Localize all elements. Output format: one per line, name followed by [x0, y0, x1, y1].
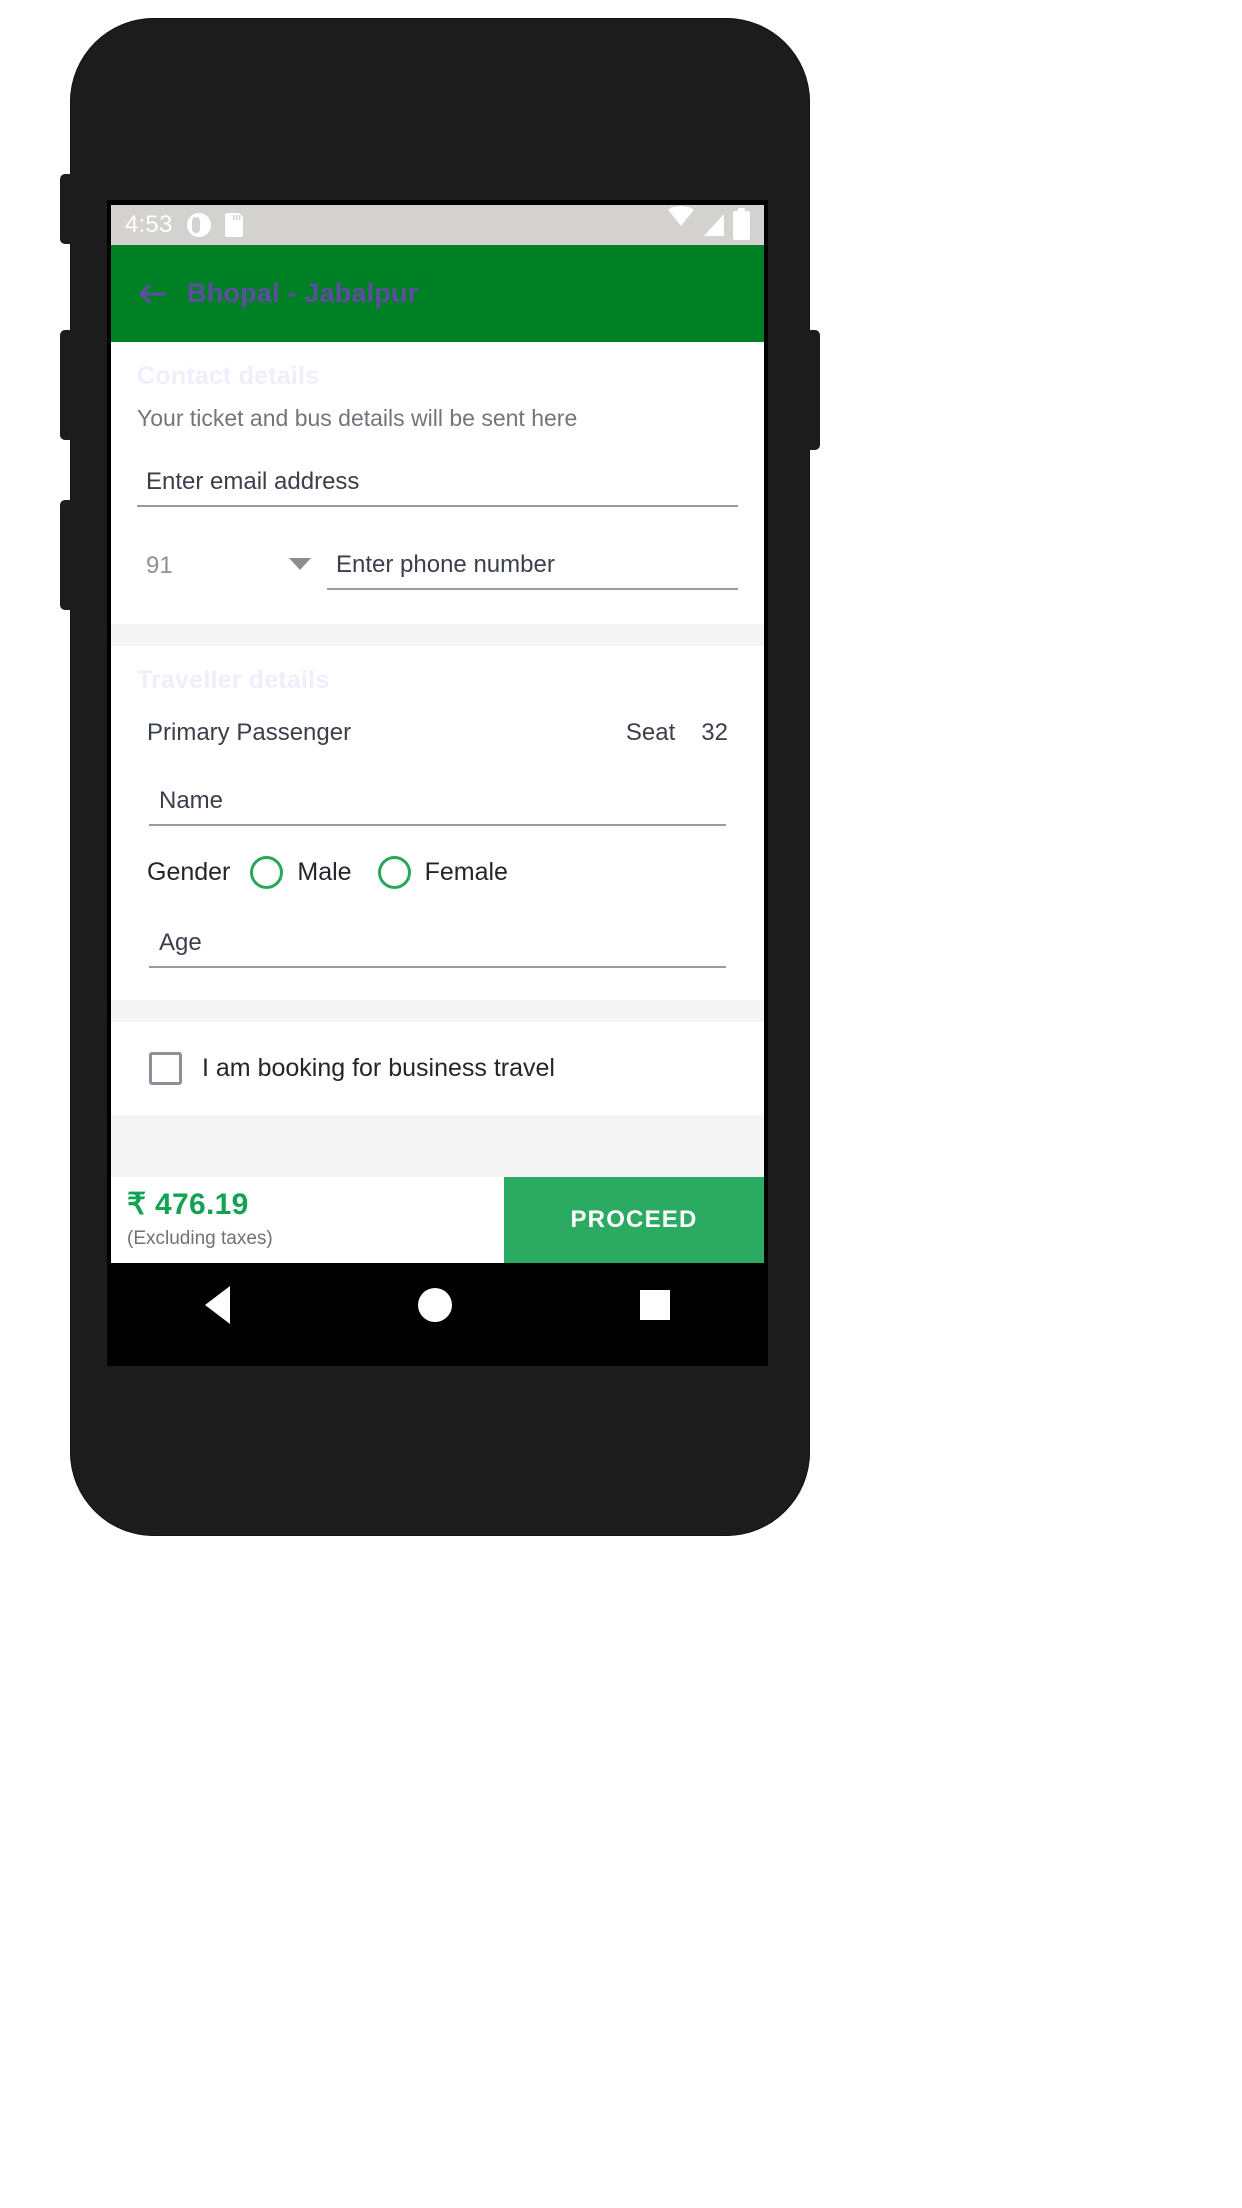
- business-travel-row[interactable]: I am booking for business travel: [137, 1022, 738, 1115]
- gender-radio-male[interactable]: [250, 856, 284, 889]
- country-code-value: 91: [146, 552, 173, 579]
- phone-underline: [327, 588, 738, 590]
- nav-home-icon[interactable]: [418, 1288, 452, 1322]
- business-travel-checkbox[interactable]: [149, 1052, 182, 1085]
- chevron-down-icon: [289, 558, 311, 570]
- alarm-icon: [186, 213, 211, 237]
- status-bar: 4:53: [111, 205, 764, 245]
- phone-field[interactable]: Enter phone number: [327, 551, 738, 590]
- volume-down-button[interactable]: [60, 500, 74, 610]
- contact-details-heading: Contact details: [137, 362, 320, 390]
- proceed-button[interactable]: PROCEED: [504, 1177, 764, 1263]
- traveller-details-heading: Traveller details: [137, 666, 330, 694]
- phone-screen: 4:53 Bhopal - Jabalpur Contact details Y…: [107, 200, 768, 1366]
- email-underline: [137, 505, 738, 507]
- signal-icon: [704, 214, 724, 236]
- battery-icon: [733, 207, 750, 240]
- business-travel-card: I am booking for business travel: [111, 1022, 764, 1115]
- nav-recents-icon[interactable]: [640, 1290, 670, 1320]
- gender-label-male[interactable]: Male: [297, 858, 351, 887]
- gender-row: Gender Male Female: [147, 856, 738, 889]
- app-bar: Bhopal - Jabalpur: [111, 245, 764, 342]
- phone-row: 91 Enter phone number: [137, 551, 738, 590]
- primary-passenger-label: Primary Passenger: [147, 719, 352, 746]
- sd-card-icon: [224, 213, 243, 237]
- gender-label-female[interactable]: Female: [425, 858, 508, 887]
- age-field[interactable]: Age: [149, 889, 726, 968]
- bottom-spacer: [111, 1115, 764, 1177]
- android-nav-bar: [111, 1263, 764, 1345]
- section-divider: [111, 624, 764, 646]
- email-placeholder: Enter email address: [146, 468, 360, 495]
- seat-number: 32: [701, 719, 728, 746]
- nav-back-icon[interactable]: [205, 1286, 230, 1324]
- contact-details-subtitle: Your ticket and bus details will be sent…: [137, 405, 578, 431]
- volume-up-button[interactable]: [60, 330, 74, 440]
- gender-label: Gender: [147, 858, 231, 886]
- status-bar-clock: 4:53: [125, 211, 173, 238]
- fare-note: (Excluding taxes): [127, 1228, 273, 1249]
- business-travel-label: I am booking for business travel: [202, 1054, 555, 1082]
- section-divider-2: [111, 1000, 764, 1022]
- fare-amount: ₹ 476.19: [127, 1188, 249, 1221]
- page-title: Bhopal - Jabalpur: [187, 278, 419, 308]
- content-area: Contact details Your ticket and bus deta…: [111, 342, 764, 1345]
- primary-passenger-row: Primary Passenger Seat 32: [137, 719, 738, 747]
- traveller-details-card: Traveller details Primary Passenger Seat…: [111, 646, 764, 1000]
- back-arrow-icon[interactable]: [137, 279, 167, 309]
- email-field[interactable]: Enter email address: [137, 468, 738, 507]
- phone-placeholder: Enter phone number: [336, 551, 555, 578]
- phone-side-button[interactable]: [60, 174, 74, 244]
- gender-radio-female[interactable]: [377, 856, 411, 889]
- contact-details-card: Contact details Your ticket and bus deta…: [111, 342, 764, 624]
- fare-box: ₹ 476.19 (Excluding taxes): [111, 1177, 504, 1263]
- age-placeholder: Age: [159, 929, 202, 956]
- name-field[interactable]: Name: [149, 747, 726, 826]
- power-button[interactable]: [806, 330, 820, 450]
- country-code-dropdown[interactable]: 91: [137, 552, 327, 590]
- bottom-fare-bar: ₹ 476.19 (Excluding taxes) PROCEED: [111, 1177, 764, 1263]
- seat-label: Seat: [625, 719, 676, 746]
- name-underline: [149, 824, 726, 826]
- name-placeholder: Name: [159, 787, 224, 814]
